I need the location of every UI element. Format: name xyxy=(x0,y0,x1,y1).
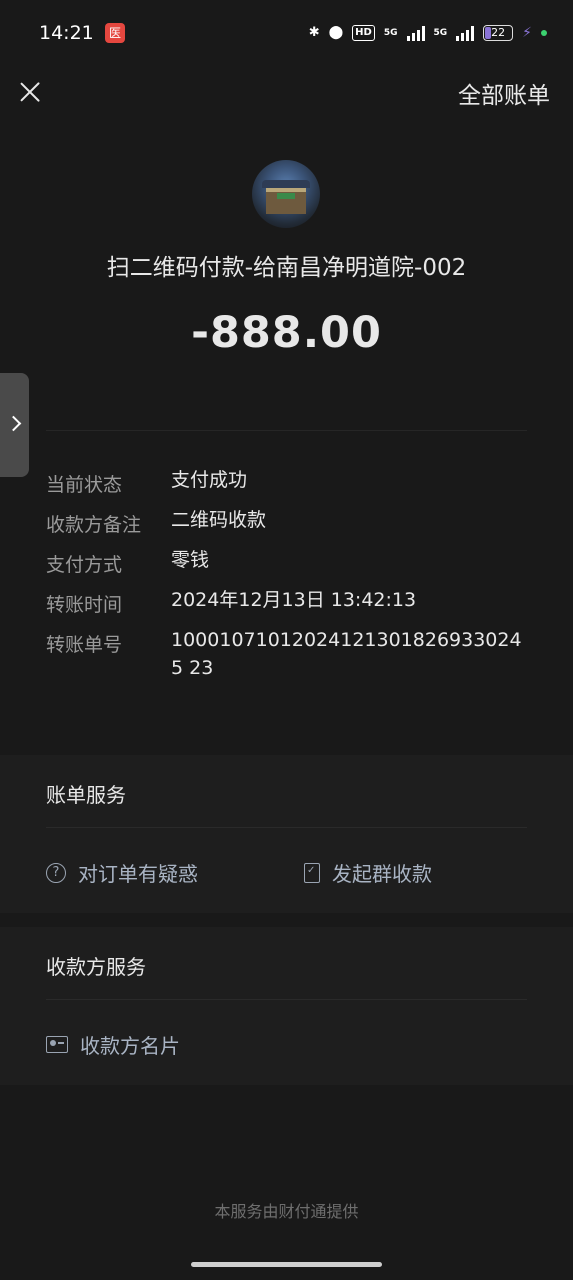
battery-icon: 22 xyxy=(483,25,514,41)
hd-icon: HD xyxy=(352,25,375,41)
detail-value: 零钱 xyxy=(171,549,210,571)
detail-label: 当前状态 xyxy=(46,474,123,496)
signal-icon xyxy=(406,25,425,41)
payee-avatar xyxy=(252,160,320,228)
bill-services-section: 账单服务 ? 对订单有疑惑 发起群收款 xyxy=(0,755,573,913)
status-bar: 14:21 医 ✱ ⬤ HD 5G 5G 22 ⚡ xyxy=(0,0,573,66)
location-icon: ⬤ xyxy=(328,25,344,40)
detail-label: 转账单号 xyxy=(46,634,123,656)
status-icons: ✱ ⬤ HD 5G 5G 22 ⚡ xyxy=(309,22,547,44)
transaction-amount: -888.00 xyxy=(191,308,382,358)
divider xyxy=(46,827,527,828)
detail-value: 2024年12月13日 13:42:13 xyxy=(171,589,417,611)
document-check-icon xyxy=(304,862,320,883)
medical-app-icon: 医 xyxy=(105,23,125,43)
side-drawer-handle[interactable] xyxy=(0,373,29,477)
network-type-1: 5G xyxy=(383,28,398,38)
divider xyxy=(46,430,527,431)
transfer-number[interactable]: 100010710120241213018269330245 23 xyxy=(171,626,526,682)
chevron-right-icon xyxy=(5,415,22,432)
status-time: 14:21 xyxy=(39,22,94,44)
divider xyxy=(46,999,527,1000)
payee-title: 扫二维码付款-给南昌净明道院-002 xyxy=(106,255,467,281)
section-title: 账单服务 xyxy=(46,783,126,807)
footer-provider-text: 本服务由财付通提供 xyxy=(214,1202,359,1221)
network-type-2: 5G xyxy=(433,28,448,38)
payee-services-section: 收款方服务 收款方名片 xyxy=(0,927,573,1085)
question-icon: ? xyxy=(46,862,66,883)
privacy-indicator-icon xyxy=(541,30,547,36)
detail-label: 收款方备注 xyxy=(46,514,142,536)
contact-card-icon xyxy=(46,1036,68,1053)
close-icon[interactable] xyxy=(16,78,44,106)
all-bills-link[interactable]: 全部账单 xyxy=(458,76,550,110)
detail-label: 转账时间 xyxy=(46,594,123,616)
detail-value: 二维码收款 xyxy=(171,509,267,531)
detail-value: 支付成功 xyxy=(171,469,248,491)
charging-icon: ⚡ xyxy=(522,25,532,41)
signal-icon-2 xyxy=(456,25,475,41)
group-collect-link[interactable]: 发起群收款 xyxy=(304,858,432,887)
battery-level: 22 xyxy=(491,26,506,39)
service-label: 对订单有疑惑 xyxy=(78,862,198,886)
section-title: 收款方服务 xyxy=(46,955,146,979)
service-label: 发起群收款 xyxy=(332,862,432,886)
order-question-link[interactable]: ? 对订单有疑惑 xyxy=(46,858,198,887)
detail-label: 支付方式 xyxy=(46,554,123,576)
home-indicator[interactable] xyxy=(191,1262,382,1267)
payee-card-link[interactable]: 收款方名片 xyxy=(46,1030,180,1059)
bluetooth-icon: ✱ xyxy=(308,25,320,40)
service-label: 收款方名片 xyxy=(80,1034,180,1058)
